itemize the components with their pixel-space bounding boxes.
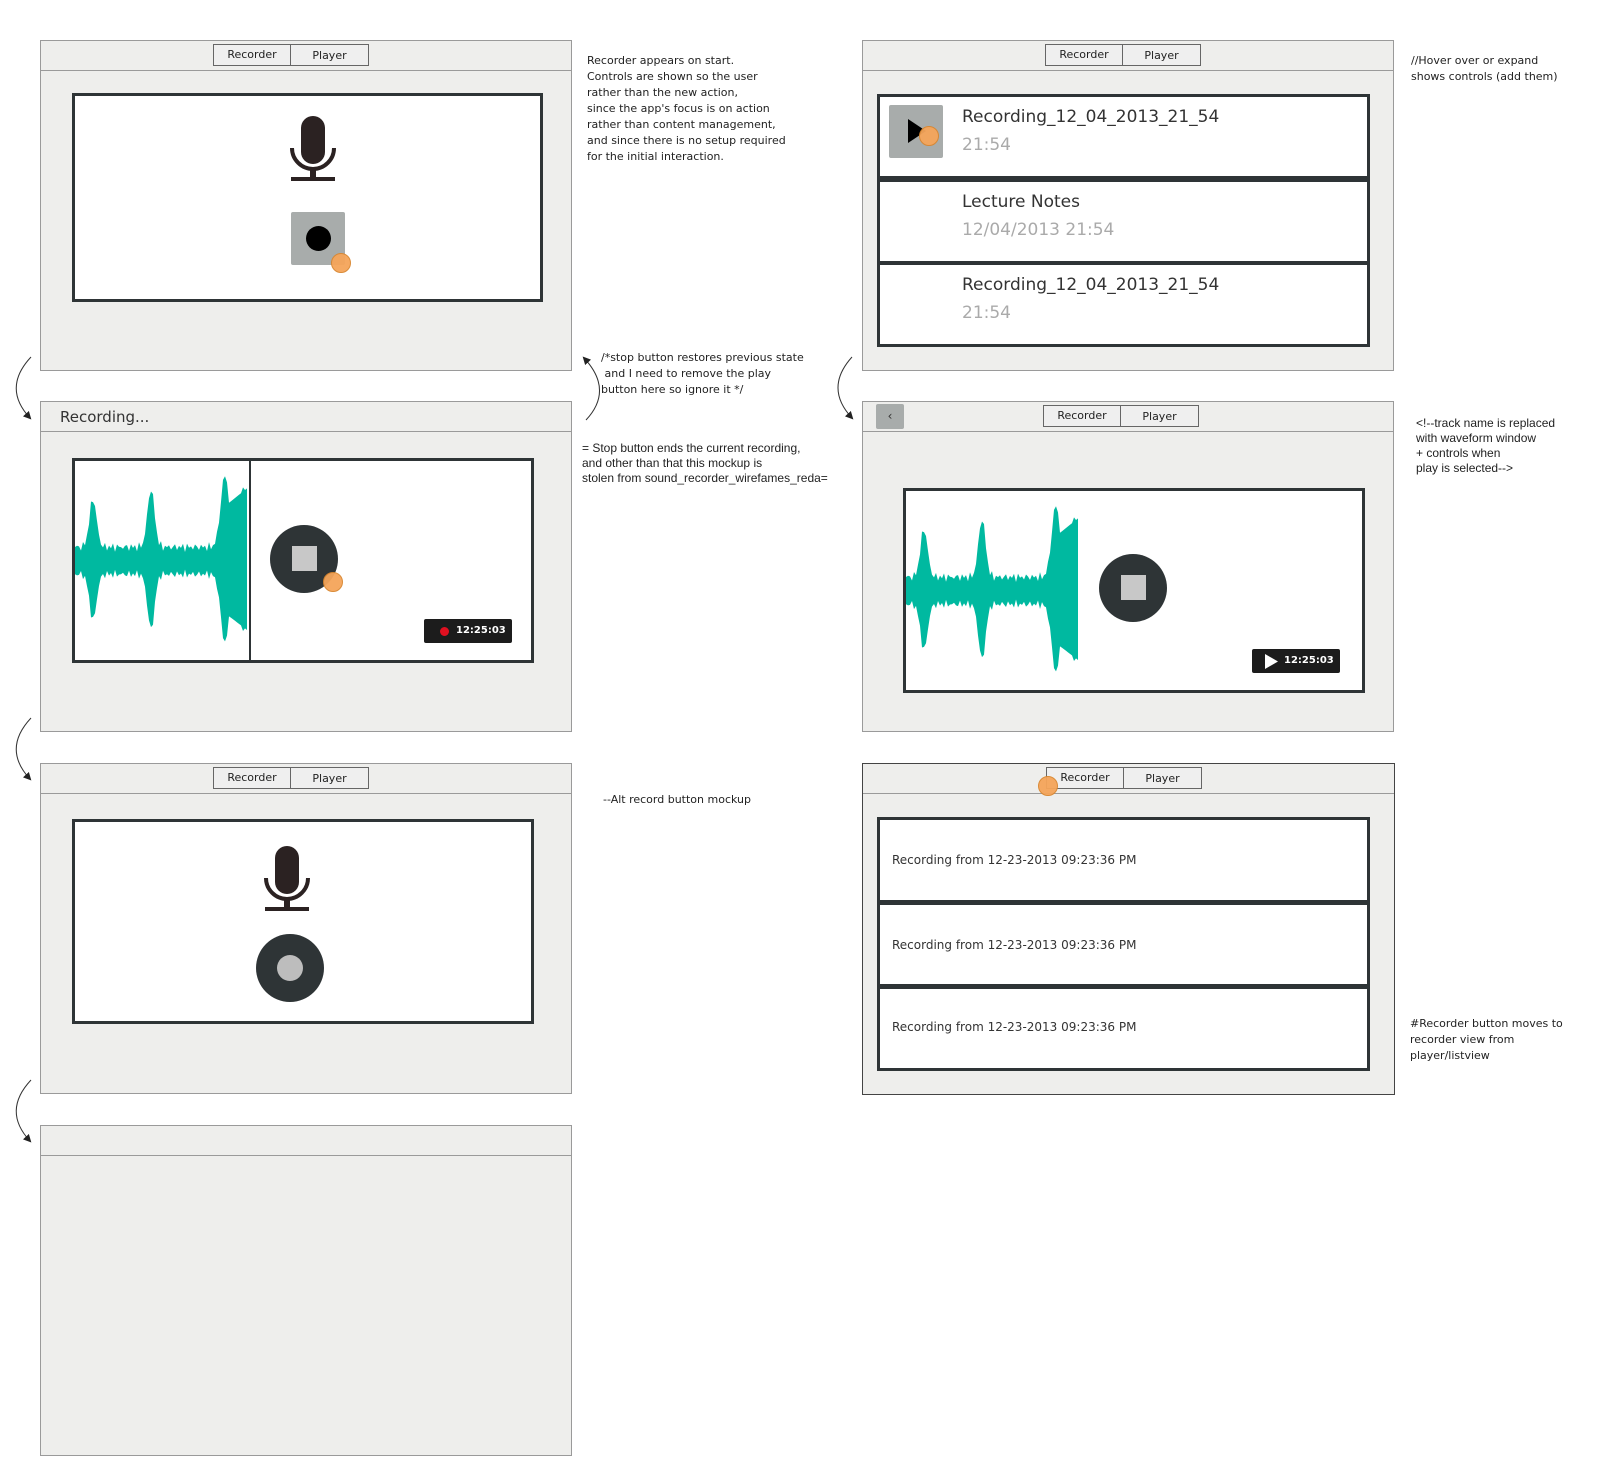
flow-arrow: [837, 356, 854, 420]
flow-arrow: [15, 356, 32, 420]
flow-arrows: [15, 356, 854, 1143]
flow-arrow: [15, 717, 32, 781]
flow-arrow: [582, 356, 600, 421]
flow-arrow: [15, 1079, 32, 1143]
